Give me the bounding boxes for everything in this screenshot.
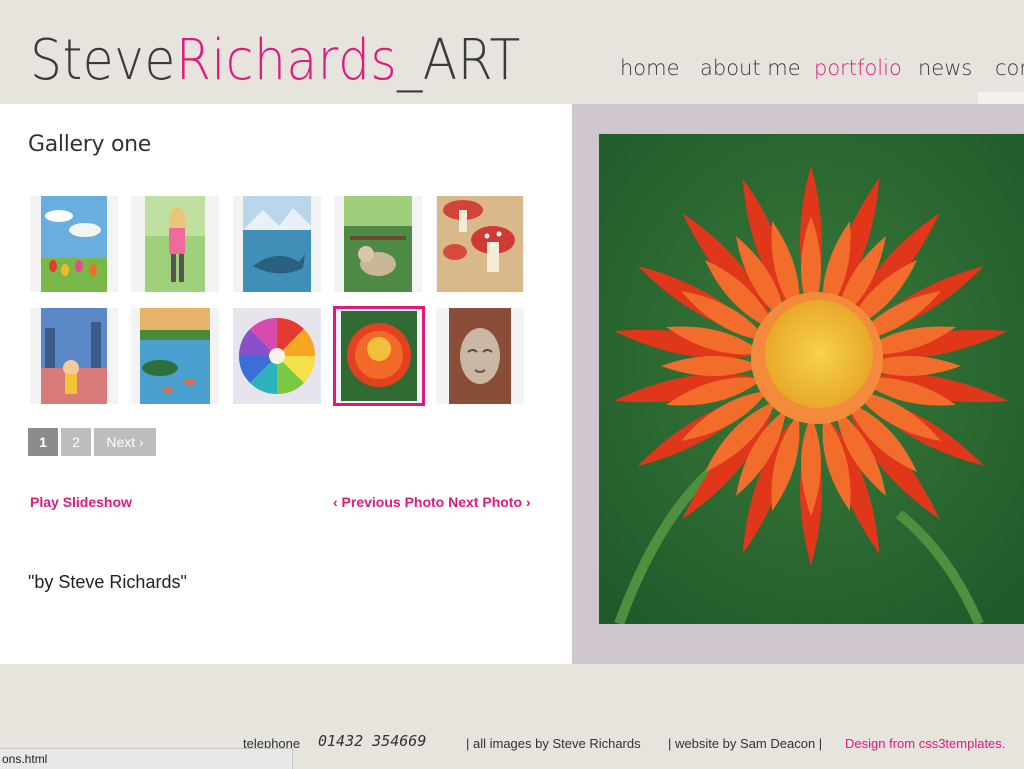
rainbow-flower-painting-image (233, 308, 321, 404)
footer-website-credit: | website by Sam Deacon | (668, 736, 823, 751)
footer-images-credit: | all images by Steve Richards (466, 736, 641, 751)
nav-contact[interactable]: con (995, 56, 1024, 80)
byline: "by Steve Richards" (28, 572, 187, 592)
previous-next-photo-links[interactable]: ‹ Previous Photo Next Photo › (333, 494, 531, 510)
lake-painting-image (140, 308, 210, 404)
page-1-button[interactable]: 1 (28, 428, 58, 456)
thumbnail-rainbow-flower[interactable] (233, 308, 321, 404)
thumbnail-mushrooms[interactable] (436, 196, 524, 292)
nav-about-me[interactable]: about me (700, 56, 801, 80)
mushrooms-painting-image (437, 196, 523, 292)
footer-design-credit-link[interactable]: Design from css3templates. (845, 736, 1005, 751)
girl-painting-image (145, 196, 205, 292)
tulips-painting-image (41, 196, 107, 292)
page-2-button[interactable]: 2 (61, 428, 91, 456)
main-nav: home about me portfolio news con (0, 56, 1024, 86)
thumbnail-chrysanthemum[interactable] (333, 306, 425, 406)
footer-phone: 01432 354669 (318, 732, 427, 750)
thumbnail-cat[interactable] (334, 196, 422, 292)
thumbnail-tulips[interactable] (30, 196, 118, 292)
next-page-button[interactable]: Next › (94, 428, 156, 456)
chrysanthemum-painting-image (341, 311, 417, 401)
cat-painting-image (344, 196, 412, 292)
nav-portfolio[interactable]: portfolio (814, 56, 902, 80)
buddha-painting-image (449, 308, 511, 404)
thumbnail-city[interactable] (30, 308, 118, 404)
play-slideshow-link[interactable]: Play Slideshow (30, 494, 132, 510)
whale-painting-image (243, 196, 311, 292)
nav-home[interactable]: home (620, 56, 680, 80)
thumbnail-whale[interactable] (233, 196, 321, 292)
thumbnail-buddha[interactable] (436, 308, 524, 404)
city-painting-image (41, 308, 107, 404)
browser-status-bar: ons.html (0, 748, 293, 769)
nav-news[interactable]: news (918, 56, 972, 80)
thumbnail-lake[interactable] (131, 308, 219, 404)
chrysanthemum-large-image (599, 134, 1024, 624)
thumbnail-girl[interactable] (131, 196, 219, 292)
gallery-title: Gallery one (28, 132, 151, 157)
selected-photo[interactable] (599, 134, 1024, 624)
